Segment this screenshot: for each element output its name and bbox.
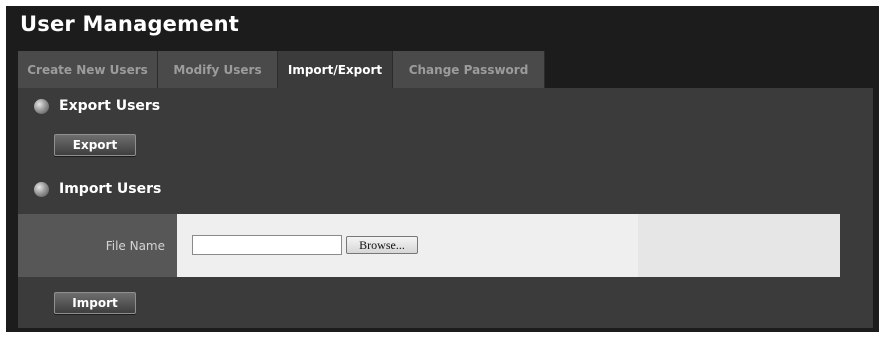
file-name-row: File Name Browse... — [18, 214, 840, 277]
file-name-label: File Name — [18, 214, 177, 277]
tab-modify-users[interactable]: Modify Users — [158, 51, 278, 88]
import-users-heading: Import Users — [59, 181, 162, 197]
browse-button[interactable]: Browse... — [346, 236, 418, 254]
export-users-header: Export Users — [34, 98, 160, 114]
tab-change-password[interactable]: Change Password — [393, 51, 545, 88]
tab-import-export[interactable]: Import/Export — [278, 51, 393, 88]
file-name-input[interactable] — [192, 235, 342, 255]
import-button[interactable]: Import — [54, 292, 136, 314]
bullet-icon — [34, 181, 49, 197]
tab-create-new-users[interactable]: Create New Users — [18, 51, 158, 88]
file-field-cell: Browse... — [177, 214, 638, 277]
import-users-header: Import Users — [34, 181, 161, 197]
bullet-icon — [34, 98, 49, 114]
page-title: User Management — [20, 12, 240, 36]
user-management-window: User Management Create New Users Modify … — [6, 6, 879, 332]
export-button[interactable]: Export — [54, 134, 136, 156]
import-export-panel: Export Users Export Import Users File Na… — [18, 88, 873, 328]
export-users-heading: Export Users — [59, 98, 161, 114]
